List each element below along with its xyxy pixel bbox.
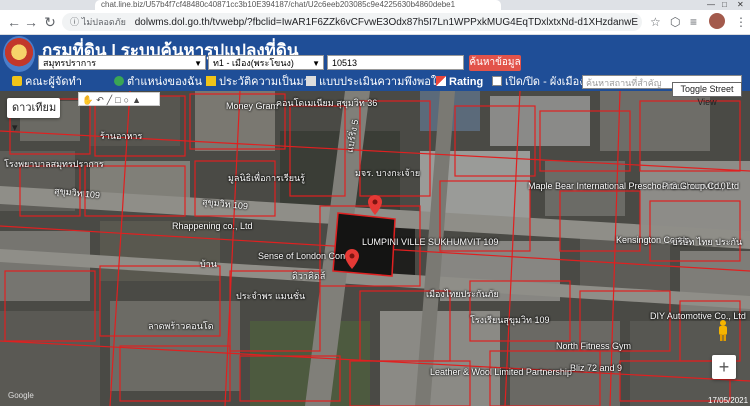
line-icon[interactable]: ╱ xyxy=(107,95,115,105)
toolbar-item-my-location[interactable]: ตำแหน่งของฉัน xyxy=(114,73,202,91)
history-icon xyxy=(206,76,216,86)
people-icon xyxy=(12,76,22,86)
reload-icon[interactable]: ↻ xyxy=(42,14,58,30)
map-label[interactable]: ลาดพร้าวคอนโด xyxy=(148,319,214,333)
square-icon[interactable]: □ xyxy=(115,95,123,105)
toolbar-item-rating[interactable]: Rating xyxy=(436,73,483,91)
location-pin-icon[interactable] xyxy=(368,195,382,215)
map-label[interactable]: โรงพยาบาลสมุทรปราการ xyxy=(4,157,104,171)
map-label[interactable]: LUMPINI VILLE SUKHUMVIT 109 xyxy=(362,237,498,247)
forward-arrow-icon[interactable]: → xyxy=(23,14,39,30)
marker-icon[interactable]: ▲ xyxy=(132,95,144,105)
map-label[interactable]: ประจำพร แมนชั่น xyxy=(236,289,305,303)
toolbar-item-label: คณะผู้จัดทำ xyxy=(25,76,82,88)
toolbar-item-history[interactable]: ประวัติความเป็นมา xyxy=(206,73,310,91)
toolbar-item-city-plan-toggle[interactable]: เปิด/ปิด - ผังเมือง xyxy=(492,73,585,91)
circle-icon[interactable]: ○ xyxy=(124,95,132,105)
maximize-icon[interactable]: □ xyxy=(722,0,727,10)
url-text[interactable]: dolwms.dol.go.th/tvwebp/?fbclid=IwAR1F6Z… xyxy=(135,17,638,28)
back-arrow-icon[interactable]: ← xyxy=(6,14,22,30)
toolbar-item-label: Rating xyxy=(449,76,484,88)
info-icon[interactable]: ⓘ xyxy=(70,13,79,31)
province-select-value: สมุทรปราการ xyxy=(43,58,97,68)
not-secure-label: ไม่ปลอดภัย xyxy=(81,17,126,27)
toolbar-item-label: เปิด/ปิด - ผังเมือง xyxy=(505,76,585,88)
browser-tab-bar: chat.line.biz/U57b4f7cf48480c40871cc3b10… xyxy=(0,0,750,10)
map-label[interactable]: Sense of London Condo xyxy=(258,251,355,261)
map-label[interactable]: North Fitness Gym xyxy=(556,341,631,351)
toggle-street-view-button[interactable]: Toggle Street View xyxy=(672,82,742,107)
toolbar-item-team[interactable]: คณะผู้จัดทำ xyxy=(12,73,82,91)
star-icon[interactable]: ☆ xyxy=(650,14,661,30)
map-label[interactable]: ดิวาคิดส์ xyxy=(292,269,325,283)
checkbox-icon[interactable] xyxy=(492,76,502,86)
map-label[interactable]: โรงเรียนสุขุมวิท 109 xyxy=(470,313,549,327)
profile-avatar[interactable] xyxy=(709,13,725,29)
map-label[interactable]: Pita Group Co., Ltd xyxy=(662,181,739,191)
district-select[interactable]: ท1 - เมือง(พระโขนง) ▼ xyxy=(208,55,324,70)
menu-kebab-icon[interactable]: ⋮ xyxy=(735,14,747,30)
close-window-icon[interactable]: ✕ xyxy=(737,0,744,10)
map-label[interactable]: บ้าน xyxy=(200,257,217,271)
google-logo: Google xyxy=(8,391,34,400)
form-icon xyxy=(306,76,316,86)
search-button[interactable]: ค้นหาข้อมูล xyxy=(469,55,521,71)
chart-icon xyxy=(436,76,446,86)
chevron-down-icon: ▼ xyxy=(194,59,202,68)
satellite-map[interactable]: Money Gram คอนโดเมเนียม สุขุมวิท 36 แบร์… xyxy=(0,91,750,406)
location-pin-icon[interactable] xyxy=(345,249,359,269)
chevron-down-icon: ▾ xyxy=(12,122,18,134)
department-logo xyxy=(3,36,35,72)
toolbar-item-label: ประวัติความเป็นมา xyxy=(219,76,310,88)
map-label[interactable]: DIY Automotive Co., Ltd xyxy=(650,311,746,321)
address-bar: ← → ↻ ⓘ ไม่ปลอดภัย dolwms.dol.go.th/tvwe… xyxy=(0,10,750,35)
map-label[interactable]: บริษัท ไทย ประกัน xyxy=(672,235,742,249)
map-label[interactable]: Rhappening co., Ltd xyxy=(172,221,253,231)
browser-tab[interactable]: chat.line.biz/U57b4f7cf48480c40871cc3b10… xyxy=(95,0,501,10)
map-label[interactable]: มูลนิธิเพื่อการเรียนรู้ xyxy=(228,171,305,185)
map-label[interactable]: มจร. บางกะเจ้าย xyxy=(355,166,420,180)
globe-icon xyxy=(114,76,124,86)
url-omnibox[interactable]: ⓘ ไม่ปลอดภัย dolwms.dol.go.th/tvwebp/?fb… xyxy=(62,13,642,31)
extension-icon[interactable]: ⬡ xyxy=(670,14,680,30)
map-label[interactable]: Money Gram xyxy=(226,101,278,111)
system-date: 17/05/2021 xyxy=(708,396,749,405)
hand-icon[interactable]: ✋ xyxy=(82,95,96,105)
toolbar-item-label: ตำแหน่งของฉัน xyxy=(127,76,203,88)
minimize-icon[interactable]: — xyxy=(707,0,715,10)
drawing-toolbar[interactable]: ✋↶╱□○▲ xyxy=(78,92,160,106)
map-label[interactable]: คอนโดเมเนียม สุขุมวิท 36 xyxy=(276,96,377,110)
parcel-number-value: 10513 xyxy=(332,58,358,68)
province-select[interactable]: สมุทรปราการ ▼ xyxy=(38,55,206,70)
map-label[interactable]: ร้านอาหาร xyxy=(100,129,142,143)
district-select-value: ท1 - เมือง(พระโขนง) xyxy=(213,58,294,68)
zoom-in-button[interactable]: + xyxy=(712,355,736,379)
pegman-icon[interactable] xyxy=(716,319,730,341)
undo-icon[interactable]: ↶ xyxy=(96,95,107,105)
parcel-number-input[interactable]: 10513 xyxy=(327,55,464,70)
chevron-down-icon: ▼ xyxy=(312,59,320,68)
map-label[interactable]: Leather & Wool Limited Partnership xyxy=(430,367,572,377)
toolbar-item-survey[interactable]: แบบประเมินความพึงพอใจ xyxy=(306,73,443,91)
map-label[interactable]: เมืองไทยประกันภัย xyxy=(426,287,499,301)
map-type-value: ดาวเทียม xyxy=(12,102,57,114)
map-type-select[interactable]: ดาวเทียม ▾ xyxy=(7,98,60,134)
toolbar-item-label: แบบประเมินความพึงพอใจ xyxy=(319,76,443,88)
reading-list-icon[interactable]: ≡ xyxy=(690,14,697,30)
map-label[interactable]: Bliz 72 and 9 xyxy=(570,363,622,373)
